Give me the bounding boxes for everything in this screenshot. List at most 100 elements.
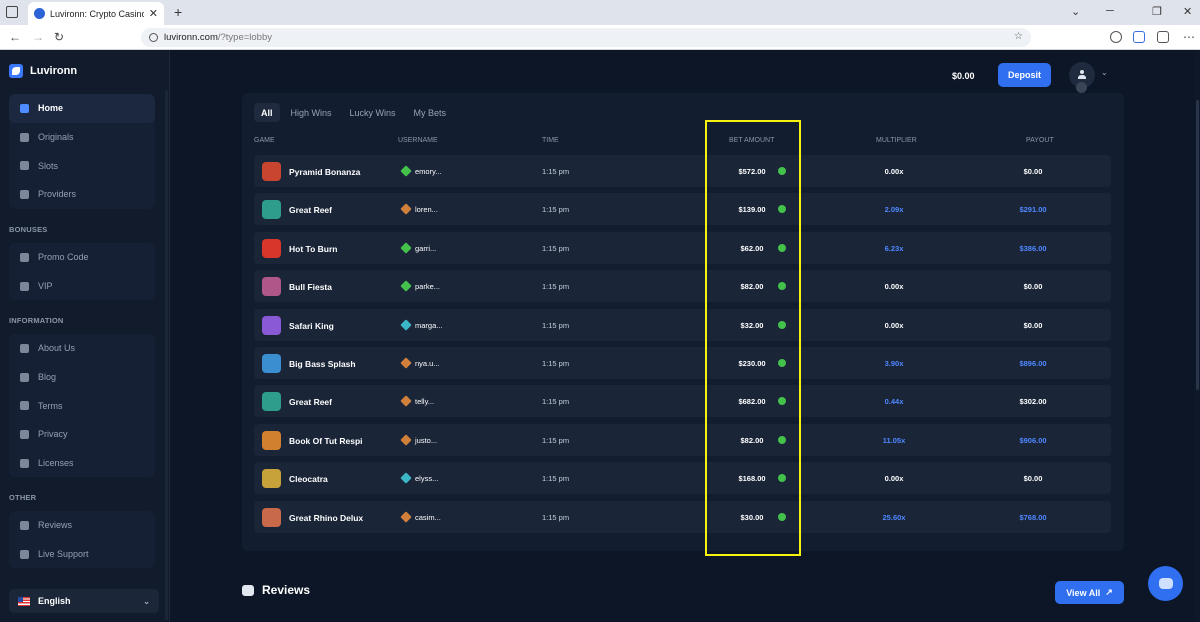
license-icon xyxy=(20,458,29,468)
tab-close-icon[interactable]: ✕ xyxy=(149,7,158,20)
url-path: /?type=lobby xyxy=(217,32,272,43)
currency-coin-icon xyxy=(778,359,786,367)
game-thumbnail-icon[interactable] xyxy=(262,200,281,220)
view-all-button[interactable]: View All ↗ xyxy=(1055,581,1124,604)
sidebar-item-reviews[interactable]: Reviews xyxy=(9,511,155,540)
sidebar-item-label: Providers xyxy=(38,189,77,200)
column-header-game: GAME xyxy=(254,137,275,144)
chat-bubble-icon xyxy=(242,584,254,596)
game-name[interactable]: Great Rhino Delux xyxy=(289,513,363,523)
game-name[interactable]: Pyramid Bonanza xyxy=(289,167,360,177)
sidebar-item-privacy[interactable]: Privacy xyxy=(9,420,155,449)
table-row[interactable]: Hot To Burn garri... 1:15 pm $62.00 6.23x $38… xyxy=(254,231,1111,264)
site-info-icon[interactable] xyxy=(149,33,158,42)
tab-my-bets[interactable]: My Bets xyxy=(407,103,454,122)
sidebar-item-about-us[interactable]: About Us xyxy=(9,334,155,363)
sidebar-scrollbar[interactable] xyxy=(165,90,168,620)
game-thumbnail-icon[interactable] xyxy=(262,507,281,527)
language-select[interactable]: English ⌄ xyxy=(9,589,159,613)
game-thumbnail-icon[interactable] xyxy=(262,238,281,258)
game-name[interactable]: Bull Fiesta xyxy=(289,282,332,292)
profile-extension-icon[interactable] xyxy=(1110,31,1122,43)
new-tab-icon[interactable]: + xyxy=(174,4,182,20)
sidebar-item-live-support[interactable]: Live Support xyxy=(9,540,155,569)
live-chat-button[interactable] xyxy=(1148,566,1183,601)
column-header-multiplier: MULTIPLIER xyxy=(876,137,917,144)
main-scrollbar-thumb[interactable] xyxy=(1196,100,1199,390)
table-row[interactable]: Pyramid Bonanza emory... 1:15 pm $572.00 0.0… xyxy=(254,155,1111,187)
payout: $291.00 xyxy=(1019,205,1047,215)
sidebar-item-licenses[interactable]: Licenses xyxy=(9,449,155,478)
url-field[interactable]: luvironn.com/?type=lobby ☆ xyxy=(141,28,1031,47)
multiplier: 6.23x xyxy=(884,243,904,253)
payout: $0.00 xyxy=(1023,474,1043,484)
game-name[interactable]: Great Reef xyxy=(289,205,332,215)
back-icon[interactable]: ← xyxy=(9,30,21,44)
game-thumbnail-icon[interactable] xyxy=(262,354,281,373)
game-thumbnail-icon[interactable] xyxy=(262,430,281,450)
minimize-icon[interactable]: ─ xyxy=(1106,5,1114,17)
browser-tab[interactable]: Luvironn: Crypto Casino Games ✕ xyxy=(28,2,164,25)
user-rank-icon xyxy=(400,510,412,523)
forward-icon[interactable]: → xyxy=(32,30,44,44)
table-row[interactable]: Great Reef telly... 1:15 pm $682.00 0.44x $30… xyxy=(254,385,1111,418)
sidebar-item-blog[interactable]: Blog xyxy=(9,363,155,392)
deposit-button[interactable]: Deposit xyxy=(998,63,1051,87)
bet-time: 1:15 pm xyxy=(542,435,570,445)
game-thumbnail-icon[interactable] xyxy=(262,315,281,335)
bet-amount: $30.00 xyxy=(740,512,764,522)
tab-lucky-wins[interactable]: Lucky Wins xyxy=(343,103,403,122)
table-row[interactable]: Big Bass Splash nya.u... 1:15 pm $230.00 3.9… xyxy=(254,347,1111,379)
table-row[interactable]: Safari King marga... 1:15 pm $32.00 0.00x $0.… xyxy=(254,308,1111,341)
tab-all[interactable]: All xyxy=(254,103,280,122)
multiplier: 25.60x xyxy=(882,512,906,522)
reviews-header: Reviews xyxy=(242,583,310,597)
sidebar-item-promo-code[interactable]: Promo Code xyxy=(9,243,155,272)
user-rank-icon xyxy=(400,357,412,369)
table-row[interactable]: Cleocatra elyss... 1:15 pm $168.00 0.00x $0.0… xyxy=(254,462,1111,495)
username: garri... xyxy=(415,243,437,253)
brand[interactable]: Luvironn xyxy=(9,64,77,78)
game-name[interactable]: Cleocatra xyxy=(289,474,328,484)
chevron-down-icon: ⌄ xyxy=(143,596,150,606)
sidebar-item-terms[interactable]: Terms xyxy=(9,391,155,420)
sidebar-item-originals[interactable]: Originals xyxy=(9,123,155,152)
game-thumbnail-icon[interactable] xyxy=(262,277,281,297)
sidebar-item-providers[interactable]: Providers xyxy=(9,180,155,209)
game-thumbnail-icon[interactable] xyxy=(262,392,281,412)
extension-icon[interactable] xyxy=(1133,31,1145,43)
payout: $768.00 xyxy=(1019,512,1047,522)
tab-list-chevron-icon[interactable]: ⌄ xyxy=(1071,5,1080,18)
game-thumbnail-icon[interactable] xyxy=(262,469,281,489)
game-name[interactable]: Safari King xyxy=(289,321,334,331)
chevron-down-icon[interactable]: ⌄ xyxy=(1101,68,1108,77)
bet-amount: $230.00 xyxy=(738,359,766,368)
wallet-balance[interactable]: $0.00 xyxy=(952,64,975,88)
table-row[interactable]: Great Rhino Delux casim... 1:15 pm $30.00 25… xyxy=(254,500,1111,533)
username: loren... xyxy=(415,205,438,215)
site-favicon-icon xyxy=(34,8,45,19)
sidebar-item-home[interactable]: Home xyxy=(9,94,155,123)
window-menu-icon[interactable] xyxy=(6,6,18,18)
bet-time: 1:15 pm xyxy=(542,397,570,407)
game-name[interactable]: Hot To Burn xyxy=(289,244,337,254)
browser-menu-icon[interactable]: ⋯ xyxy=(1183,30,1195,44)
sidebar-item-label: Promo Code xyxy=(38,252,89,263)
game-name[interactable]: Book Of Tut Respi xyxy=(289,436,363,446)
extensions-puzzle-icon[interactable] xyxy=(1157,31,1169,43)
game-name[interactable]: Great Reef xyxy=(289,397,332,407)
maximize-icon[interactable]: ❐ xyxy=(1152,5,1162,18)
game-name[interactable]: Big Bass Splash xyxy=(289,359,356,369)
bet-time: 1:15 pm xyxy=(542,320,570,330)
table-row[interactable]: Great Reef loren... 1:15 pm $139.00 2.09x $29… xyxy=(254,193,1111,226)
sidebar-item-slots[interactable]: Slots xyxy=(9,151,155,180)
slots-icon xyxy=(20,161,29,171)
tab-high-wins[interactable]: High Wins xyxy=(284,103,339,122)
game-thumbnail-icon[interactable] xyxy=(262,162,281,181)
bookmark-star-icon[interactable]: ☆ xyxy=(1014,31,1023,42)
close-window-icon[interactable]: ✕ xyxy=(1183,5,1192,18)
sidebar-item-vip[interactable]: VIP xyxy=(9,272,155,301)
table-row[interactable]: Bull Fiesta parke... 1:15 pm $82.00 0.00x $0.… xyxy=(254,270,1111,303)
reload-icon[interactable]: ↻ xyxy=(54,30,64,44)
table-row[interactable]: Book Of Tut Respi justo... 1:15 pm $82.00 11… xyxy=(254,423,1111,456)
